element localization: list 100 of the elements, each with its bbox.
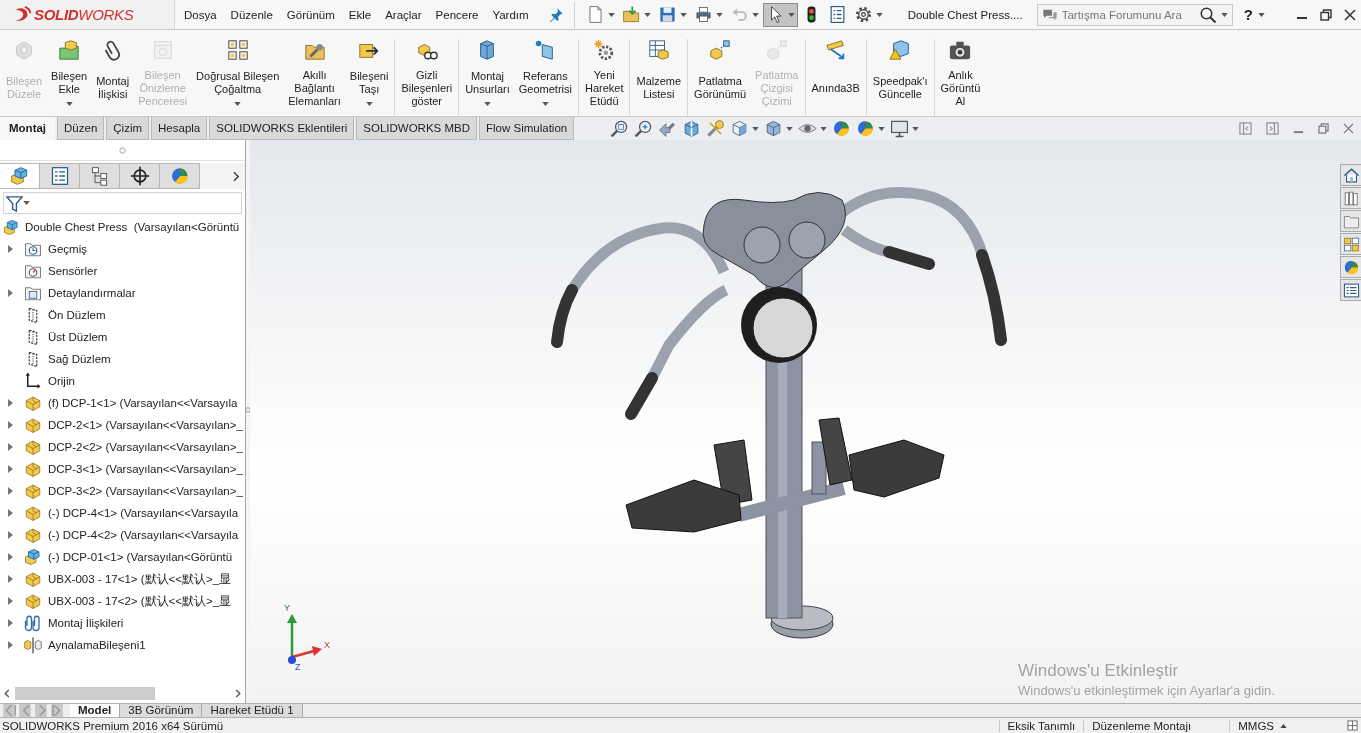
reference-button[interactable]: Referans Geometrisi — [516, 39, 574, 113]
zoom-fit-button[interactable] — [610, 119, 630, 138]
panel-tab[interactable] — [40, 163, 80, 189]
tab[interactable]: Flow Simulation — [479, 117, 575, 140]
filter-field[interactable] — [3, 192, 242, 214]
tree-item[interactable]: (-) DCP-01<1> (Varsayılan<Görüntü — [0, 546, 233, 568]
tree-item[interactable]: Double Chest Press (Varsayılan<Görüntü — [0, 216, 240, 238]
mate-button[interactable]: Montaj İlişkisi — [94, 39, 132, 113]
tree-item[interactable]: UBX-003 - 17<2> (默认<<默认>_显 — [0, 590, 232, 612]
library-button[interactable] — [1340, 187, 1361, 209]
bom-button[interactable]: Malzeme Listesi — [634, 39, 684, 113]
snapshot-button[interactable]: Anlık Görüntü Al — [938, 39, 983, 113]
restore-icon[interactable] — [1320, 8, 1332, 21]
expand-arrow-icon[interactable] — [8, 575, 13, 583]
tree-item[interactable]: DCP-3<1> (Varsayılan<<Varsayılan>_ — [0, 458, 243, 480]
tree-item[interactable]: AynalamaBileşeni1 — [0, 634, 146, 656]
move-button[interactable]: Bileşeni Taşı — [347, 39, 391, 113]
appearance-button[interactable] — [1340, 256, 1361, 278]
panel-tab[interactable] — [80, 163, 120, 189]
tab[interactable]: Düzen — [57, 117, 105, 140]
scroll-left-icon[interactable] — [4, 689, 10, 698]
view-orientation-button[interactable] — [730, 119, 760, 138]
expand-arrow-icon[interactable] — [8, 553, 13, 561]
help-button[interactable]: ? — [1243, 6, 1253, 23]
select-button[interactable] — [762, 2, 798, 27]
tree-item[interactable]: UBX-003 - 17<1> (默认<<默认>_显 — [0, 568, 232, 590]
expand-arrow-icon[interactable] — [8, 641, 13, 649]
assembly-features-button[interactable]: Montaj Unsurları — [463, 39, 512, 113]
grid-icon[interactable] — [1347, 720, 1358, 731]
custom-properties-button[interactable] — [1340, 279, 1361, 301]
search-icon[interactable] — [1198, 5, 1217, 24]
scroll-arrow-icon[interactable] — [50, 704, 64, 717]
panel-tab[interactable] — [120, 163, 160, 189]
menu-item[interactable]: Araçlar — [378, 5, 429, 24]
tree-item[interactable]: DCP-2<1> (Varsayılan<<Varsayılan>_ — [0, 414, 243, 436]
expand-arrow-icon[interactable] — [8, 509, 13, 517]
expand-arrow-icon[interactable] — [8, 465, 13, 473]
apply-scene-button[interactable] — [856, 119, 886, 138]
instant3d-button[interactable]: Anında3B — [809, 39, 862, 113]
tree-item[interactable]: (-) DCP-4<1> (Varsayılan<<Varsayıla — [0, 502, 239, 524]
menu-item[interactable]: Görünüm — [279, 5, 342, 24]
tab[interactable]: Montaj — [0, 117, 56, 140]
expand-arrow-icon[interactable] — [8, 619, 13, 627]
file-explorer-button[interactable] — [1340, 210, 1361, 232]
previous-view-button[interactable] — [658, 119, 678, 138]
tree-item[interactable]: Ön Düzlem — [0, 304, 106, 326]
expand-arrow-icon[interactable] — [8, 289, 13, 297]
expand-arrow-icon[interactable] — [8, 487, 13, 495]
tree-item[interactable]: (f) DCP-1<1> (Varsayılan<<Varsayıla — [0, 392, 238, 414]
scroll-arrow-icon[interactable] — [2, 704, 16, 717]
zoom-area-button[interactable] — [634, 119, 654, 138]
tile-right-icon[interactable] — [1266, 122, 1279, 135]
tree-item[interactable]: Sağ Düzlem — [0, 348, 111, 370]
expand-arrow-icon[interactable] — [8, 245, 13, 253]
fasteners-button[interactable]: Akıllı Bağlantı Elemanları — [286, 39, 343, 113]
tile-left-icon[interactable] — [1239, 122, 1252, 135]
tree-item[interactable]: DCP-3<2> (Varsayılan<<Varsayılan>_ — [0, 480, 243, 502]
tree-item[interactable]: Orijin — [0, 370, 75, 392]
tab[interactable]: SOLIDWORKS MBD — [356, 117, 477, 140]
pin-icon[interactable] — [547, 6, 564, 23]
tree-item[interactable]: (-) DCP-4<2> (Varsayılan<<Varsayıla — [0, 524, 239, 546]
explode-button[interactable]: Patlatma Görünümü — [692, 39, 749, 113]
menu-item[interactable]: Ekle — [341, 5, 379, 24]
close-icon[interactable] — [1344, 8, 1356, 21]
tab[interactable]: Model — [70, 704, 121, 717]
menu-item[interactable]: Pencere — [428, 5, 486, 24]
search-field[interactable]: Tartışma Forumunu Ara — [1061, 8, 1195, 21]
menu-item[interactable]: Yardım — [485, 5, 536, 24]
menu-item[interactable]: Dosya — [177, 5, 224, 24]
pattern-button[interactable]: Doğrusal Bileşen Çoğaltma — [194, 39, 282, 113]
tree-item[interactable]: Üst Düzlem — [0, 326, 108, 348]
expand-arrow-icon[interactable] — [8, 531, 13, 539]
tree-item[interactable]: Montaj İlişkileri — [0, 612, 124, 634]
scroll-right-icon[interactable] — [235, 689, 241, 698]
expand-arrow-icon[interactable] — [8, 421, 13, 429]
tab[interactable]: 3B Görünüm — [120, 704, 203, 717]
tree-item[interactable]: Sensörler — [0, 260, 98, 282]
scrollbar-thumb[interactable] — [15, 687, 155, 700]
search-box[interactable]: Tartışma Forumunu Ara — [1036, 3, 1233, 26]
home-button[interactable] — [1340, 164, 1361, 186]
tab[interactable]: Hareket Etüdü 1 — [202, 704, 303, 717]
speedpak-button[interactable]: Speedpak'ı Güncelle — [870, 39, 930, 113]
tree-item[interactable]: DCP-2<2> (Varsayılan<<Varsayılan>_ — [0, 436, 243, 458]
insert-component-button[interactable]: Bileşen Ekle — [49, 39, 90, 113]
view-settings-button[interactable] — [890, 119, 920, 138]
display-style-button[interactable] — [764, 119, 794, 138]
expand-arrow-icon[interactable] — [8, 399, 13, 407]
expand-arrow-icon[interactable] — [8, 597, 13, 605]
splitter-grip-icon[interactable] — [245, 406, 251, 414]
view-palette-button[interactable] — [1340, 233, 1361, 255]
tree-item[interactable]: Detaylandırmalar — [0, 282, 136, 304]
expand-arrow-icon[interactable] — [8, 443, 13, 451]
tab[interactable]: Çizim — [106, 117, 150, 140]
tab[interactable]: SOLIDWORKS Eklentileri — [209, 117, 355, 140]
annotation-view-button[interactable] — [706, 119, 726, 138]
menu-item[interactable]: Düzenle — [223, 5, 280, 24]
motion-button[interactable]: Yeni Hareket Etüdü — [582, 39, 626, 113]
show-hidden-button[interactable]: Gizli Bileşenleri göster — [399, 39, 455, 113]
tab[interactable]: Hesapla — [151, 117, 208, 140]
chevron-right-icon[interactable] — [233, 170, 240, 182]
